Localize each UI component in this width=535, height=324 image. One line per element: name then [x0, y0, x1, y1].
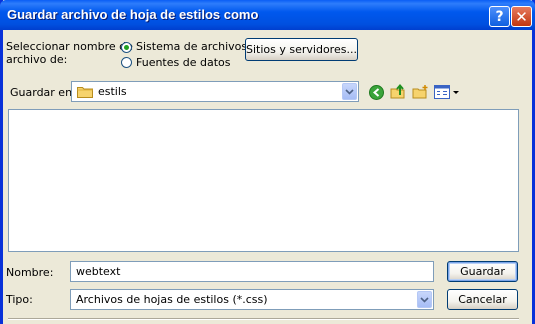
folder-icon: [77, 85, 93, 101]
help-button[interactable]: ?: [489, 6, 510, 27]
close-button[interactable]: ✕: [511, 6, 532, 27]
back-icon[interactable]: [369, 85, 384, 103]
save-in-dropdown-arrow[interactable]: [342, 83, 357, 100]
view-menu-icon[interactable]: [434, 85, 460, 102]
source-label-line1: Seleccionar nombre de: [6, 40, 133, 53]
sites-servers-button[interactable]: Sitios y servidores...: [245, 38, 358, 61]
radio-file-system[interactable]: [121, 42, 132, 53]
current-folder: estils: [98, 85, 127, 98]
save-button-label: Guardar: [460, 265, 505, 278]
source-label-line2: archivo de:: [6, 53, 68, 66]
file-type-dropdown-arrow[interactable]: [417, 291, 432, 308]
new-folder-icon[interactable]: [412, 84, 429, 103]
dialog-title: Guardar archivo de hoja de estilos como: [7, 7, 259, 22]
help-icon: ?: [495, 8, 504, 25]
bottom-separator: [8, 318, 519, 320]
chevron-down-icon: [345, 88, 354, 95]
file-name-value: webtext: [76, 265, 121, 278]
file-type-label: Tipo:: [6, 293, 33, 306]
radio-data-sources-label[interactable]: Fuentes de datos: [136, 56, 231, 69]
file-list[interactable]: [8, 109, 519, 252]
file-type-value: Archivos de hojas de estilos (*.css): [76, 293, 268, 306]
cancel-button-label: Cancelar: [458, 293, 507, 306]
save-in-dropdown[interactable]: estils: [71, 81, 359, 102]
save-button[interactable]: Guardar: [447, 261, 518, 282]
radio-file-system-label[interactable]: Sistema de archivos: [136, 40, 247, 53]
title-bar[interactable]: Guardar archivo de hoja de estilos como …: [0, 0, 535, 30]
up-folder-icon[interactable]: [390, 83, 407, 103]
file-name-label: Nombre:: [6, 266, 54, 279]
radio-data-sources[interactable]: [121, 57, 132, 68]
save-in-label: Guardar en:: [10, 86, 76, 99]
close-icon: ✕: [515, 7, 528, 26]
save-stylesheet-dialog: Guardar archivo de hoja de estilos como …: [0, 0, 535, 324]
cancel-button[interactable]: Cancelar: [447, 289, 518, 310]
chevron-down-icon: [420, 296, 429, 303]
file-name-input[interactable]: webtext: [70, 261, 434, 282]
sites-servers-button-label: Sitios y servidores...: [246, 43, 357, 56]
file-type-dropdown[interactable]: Archivos de hojas de estilos (*.css): [70, 289, 434, 310]
